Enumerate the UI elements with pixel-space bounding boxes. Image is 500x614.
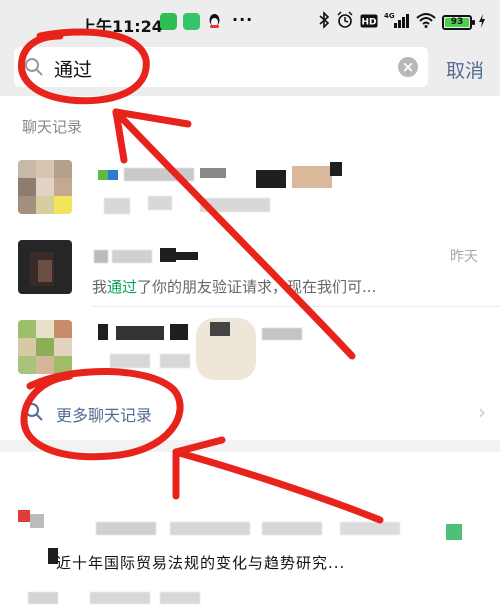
battery-icon: 93 [442,14,475,30]
redacted-snippet [104,198,130,214]
status-more-icon: ··· [232,10,254,29]
green-app-icon [183,13,200,30]
divider [92,306,500,307]
chat-result-item[interactable]: 昨天 我通过了你的朋友验证请求，现在我们可... [0,234,500,312]
svg-text:HD: HD [361,17,376,27]
chevron-right-icon: › [478,400,486,424]
redacted-name [98,170,108,180]
bluetooth-icon [318,11,330,33]
section-title: 聊天记录 [22,118,83,136]
avatar [18,240,72,294]
snippet-highlight: 通过 [107,278,138,296]
snippet-prefix: 我 [92,278,108,296]
article-thumbnail [18,510,30,522]
wifi-icon [416,12,436,32]
hd-icon: HD [360,13,378,32]
search-icon [25,58,43,76]
search-icon [25,403,43,421]
status-bar: 上午11:24 ··· HD 4G 93 [0,0,500,44]
snippet-suffix: 了你的朋友验证请求，现在我们可... [137,278,377,296]
battery-level: 93 [445,17,469,27]
status-right-icons: HD 4G 93 [318,11,486,33]
charging-icon [478,13,486,32]
status-time: 上午11:24 [80,17,163,36]
signal-4g-icon: 4G [384,11,410,33]
more-chat-records-label: 更多聊天记录 [56,406,153,425]
wechat-icon [160,13,177,30]
avatar [18,160,72,214]
chat-result-item[interactable] [0,312,500,390]
result-snippet: 我通过了你的朋友验证请求，现在我们可... [92,276,376,297]
redacted-snippet [110,354,150,368]
cancel-button[interactable]: 取消 [446,56,484,83]
svg-text:4G: 4G [384,12,395,20]
section-gap [0,440,500,452]
more-chat-records-link[interactable]: 更多聊天记录 › [0,390,500,436]
search-input[interactable]: 通过 × [14,47,428,87]
qq-icon [206,13,223,30]
chat-result-item[interactable] [0,152,500,230]
avatar [18,320,72,374]
alarm-icon [336,11,354,33]
result-time: 昨天 [450,249,478,265]
redacted-name [98,324,108,340]
redacted-name [94,250,108,263]
search-query[interactable]: 通过 [54,55,92,82]
article-title: 近十年国际贸易法规的变化与趋势研究... [56,554,346,572]
article-result-item[interactable]: 近十年国际贸易法规的变化与趋势研究... [0,496,500,614]
search-header: 通过 × 取消 [0,44,500,96]
clear-search-button[interactable]: × [398,57,418,77]
